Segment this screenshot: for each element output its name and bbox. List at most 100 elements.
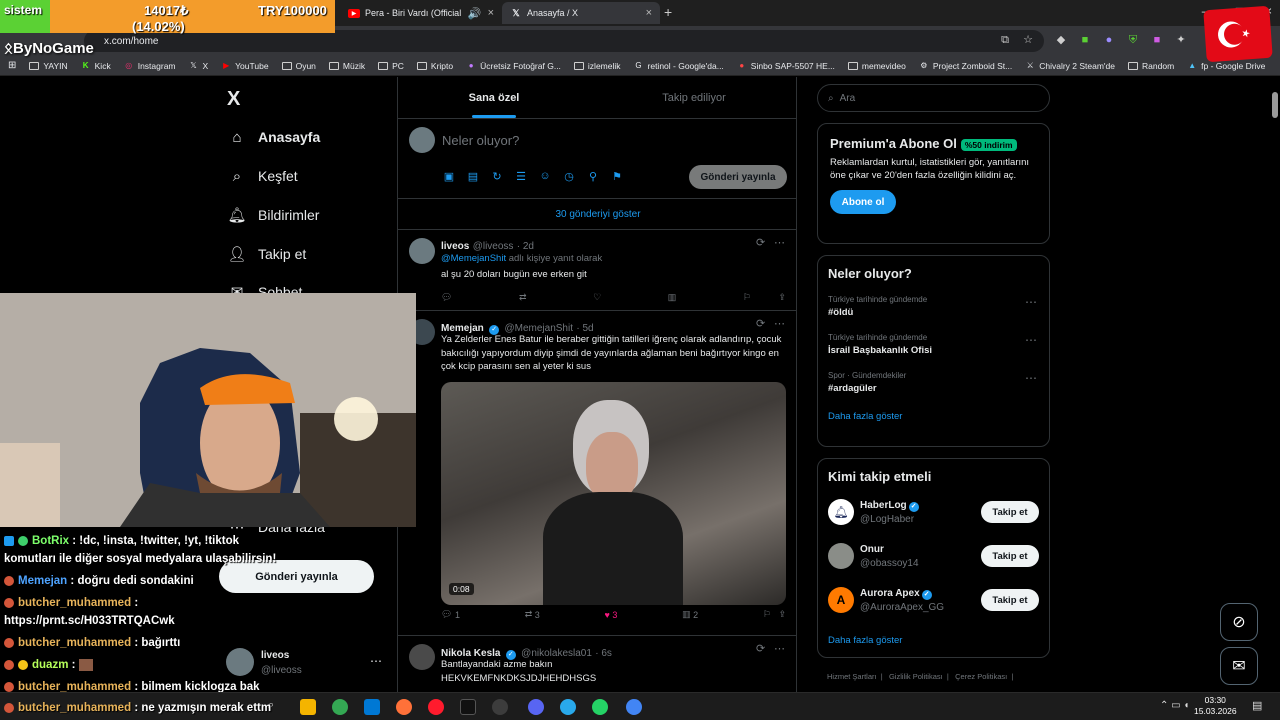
bookmark-folder[interactable]: Random (1128, 61, 1174, 71)
screen-cast-icon[interactable]: ⧉ (998, 33, 1012, 47)
firefox-icon[interactable] (396, 699, 412, 715)
new-tab-icon[interactable]: + (664, 4, 672, 20)
footer-link[interactable]: Çerez Politikası (955, 672, 1007, 681)
tab-following[interactable]: Takip ediliyor (590, 77, 796, 118)
share-icon[interactable]: ⇪ (778, 609, 786, 620)
more-icon[interactable]: ⋯ (1025, 333, 1037, 347)
bookmark-item[interactable]: ▶ YouTube (221, 61, 268, 71)
image-icon[interactable]: ▣ (442, 170, 456, 183)
sidebar-item-notifications[interactable]: 🔔︎ Bildirimler (227, 206, 319, 224)
grok-icon[interactable]: ⟳ (756, 642, 765, 655)
grok-icon[interactable]: ⟳ (756, 236, 765, 249)
chrome-icon[interactable] (332, 699, 348, 715)
notification-icon[interactable]: ▤ (1252, 699, 1262, 712)
bookmark-item[interactable]: ▲ fp - Google Drive (1187, 61, 1265, 71)
extension-icon[interactable]: ■ (1150, 33, 1164, 47)
bookmark-icon[interactable]: ⚐ (763, 609, 771, 620)
show-new-posts[interactable]: 30 gönderiyi göster (398, 199, 796, 229)
tweet-video[interactable]: 0:08 (441, 382, 786, 605)
close-icon[interactable]: × (488, 7, 494, 19)
sidebar-item-follow[interactable]: 👤︎ Takip et (227, 245, 306, 263)
bookmark-folder[interactable]: Oyun (281, 61, 316, 71)
tab-for-you[interactable]: Sana özel (398, 77, 590, 118)
bookmark-folder[interactable]: Kripto (416, 61, 453, 71)
poll-icon[interactable]: ☰ (514, 170, 528, 183)
tweet[interactable]: liveos @liveoss · 2d ⟳ ⋯ @MemejanShit ad… (398, 230, 796, 310)
mail-app-icon[interactable] (364, 699, 380, 715)
system-tray[interactable]: ⌃ ▭ ◖ (1160, 700, 1189, 711)
shield-icon[interactable]: ⛨ (1126, 33, 1140, 47)
views-icon[interactable]: ▥ (668, 292, 677, 303)
follow-suggestion[interactable]: 🔔︎ HaberLog ✓ @LogHaber Takip et (818, 497, 1049, 533)
bookmark-item[interactable]: ◎ Instagram (124, 61, 175, 71)
account-switcher[interactable]: liveos @liveoss ⋯ (226, 648, 386, 678)
schedule-icon[interactable]: ◷ (562, 170, 576, 183)
location-icon[interactable]: ⚲ (586, 170, 600, 183)
bookmark-folder[interactable]: YAYIN (29, 61, 68, 71)
bookmark-folder[interactable]: Müzik (328, 61, 365, 71)
bookmark-item[interactable]: Gretinol - Google'da... (634, 61, 723, 71)
follow-suggestion[interactable]: Onur @obassoy14 Takip et (818, 541, 1049, 577)
url-field[interactable]: x.com/home (84, 30, 1044, 52)
app-icon[interactable] (460, 699, 476, 715)
scrollbar-thumb[interactable] (1272, 92, 1278, 118)
follow-suggestion[interactable]: A Aurora Apex ✓ @AuroraApex_GG Takip et (818, 585, 1049, 621)
opera-icon[interactable] (428, 699, 444, 715)
reply-icon[interactable]: 💬︎ (441, 292, 452, 303)
sidebar-item-home[interactable]: ⌂ Anasayfa (228, 128, 320, 146)
trend-item[interactable]: Spor · Gündemdekiler #ardagüler ⋯ (828, 371, 1039, 394)
emoji-icon[interactable]: ☺ (538, 170, 552, 183)
apps-icon[interactable]: ⊞ (8, 60, 16, 71)
file-explorer-icon[interactable] (300, 699, 316, 715)
footer-link[interactable]: Hizmet Şartları (827, 672, 877, 681)
more-icon[interactable]: ⋯ (774, 317, 785, 330)
grok-icon[interactable]: ⊘ (1220, 603, 1258, 641)
sidebar-item-explore[interactable]: ⌕ Keşfet (228, 167, 298, 185)
reply-mention[interactable]: @MemejanShit (441, 253, 506, 264)
chrome-profile-icon[interactable] (626, 699, 642, 715)
messages-icon[interactable]: ✉ (1220, 647, 1258, 685)
tweet-author[interactable]: liveos (441, 241, 469, 252)
puzzle-icon[interactable]: ✦ (1174, 33, 1188, 47)
like-button[interactable]: ♥ 3 (604, 609, 617, 620)
search-input[interactable]: ⌕ Ara (817, 84, 1050, 112)
x-logo[interactable]: X (227, 88, 240, 111)
bookmark-item[interactable]: ⚔ Chivalry 2 Steam'de (1025, 61, 1115, 71)
gif-icon[interactable]: ▤ (466, 170, 480, 183)
speaker-icon[interactable]: 🔊 (468, 7, 482, 20)
trends-show-more[interactable]: Daha fazla göster (828, 411, 1039, 422)
follow-button[interactable]: Takip et (981, 545, 1039, 567)
bookmark-folder[interactable]: memevideo (847, 61, 906, 71)
tab-youtube[interactable]: ▶ Pera - Biri Vardı (Official Vid 🔊 × (340, 2, 502, 24)
like-icon[interactable]: ♡ (593, 292, 601, 303)
bookmark-item[interactable]: ⚙ Project Zomboid St... (919, 61, 1012, 71)
whatsapp-icon[interactable] (592, 699, 608, 715)
bookmark-icon[interactable]: ⚐ (743, 292, 751, 303)
follow-button[interactable]: Takip et (981, 501, 1039, 523)
bookmark-folder[interactable]: PC (378, 61, 404, 71)
follow-show-more[interactable]: Daha fazla göster (828, 635, 902, 646)
subscribe-button[interactable]: Abone ol (830, 190, 896, 214)
views-button[interactable]: ▥ 2 (682, 609, 698, 620)
close-icon[interactable]: × (646, 7, 652, 19)
repost-button[interactable]: ⇄ 3 (525, 609, 540, 620)
telegram-icon[interactable] (560, 699, 576, 715)
follow-button[interactable]: Takip et (981, 589, 1039, 611)
tweet-time[interactable]: · 2d (517, 241, 534, 252)
flag-icon[interactable]: ⚑ (610, 170, 624, 183)
bookmark-folder[interactable]: izlemelik (573, 61, 621, 71)
share-icon[interactable]: ⇪ (778, 292, 786, 303)
extension-icon[interactable]: ■ (1078, 33, 1092, 47)
tab-x-home[interactable]: 𝕏 Anasayfa / X × (502, 2, 660, 24)
more-icon[interactable]: ⋯ (1025, 295, 1037, 309)
extension-icon[interactable]: ● (1102, 33, 1116, 47)
trend-item[interactable]: Türkiye tarihinde gündemde #öldü ⋯ (828, 295, 1039, 318)
trend-item[interactable]: Türkiye tarihinde gündemde İsrail Başbak… (828, 333, 1039, 356)
tweet[interactable]: Memejan ✓ @MemejanShit · 5d ⟳ ⋯ Ya Zelde… (398, 311, 796, 635)
bookmark-item[interactable]: ● Sinbo SAP-5507 HE... (737, 61, 835, 71)
repost-icon[interactable]: ⇄ (519, 292, 527, 303)
bookmark-star-icon[interactable]: ☆ (1021, 33, 1035, 47)
extension-icon[interactable]: ◆ (1054, 33, 1068, 47)
grok-icon[interactable]: ⟳ (756, 317, 765, 330)
reply-button[interactable]: 💬︎ 1 (441, 609, 460, 620)
